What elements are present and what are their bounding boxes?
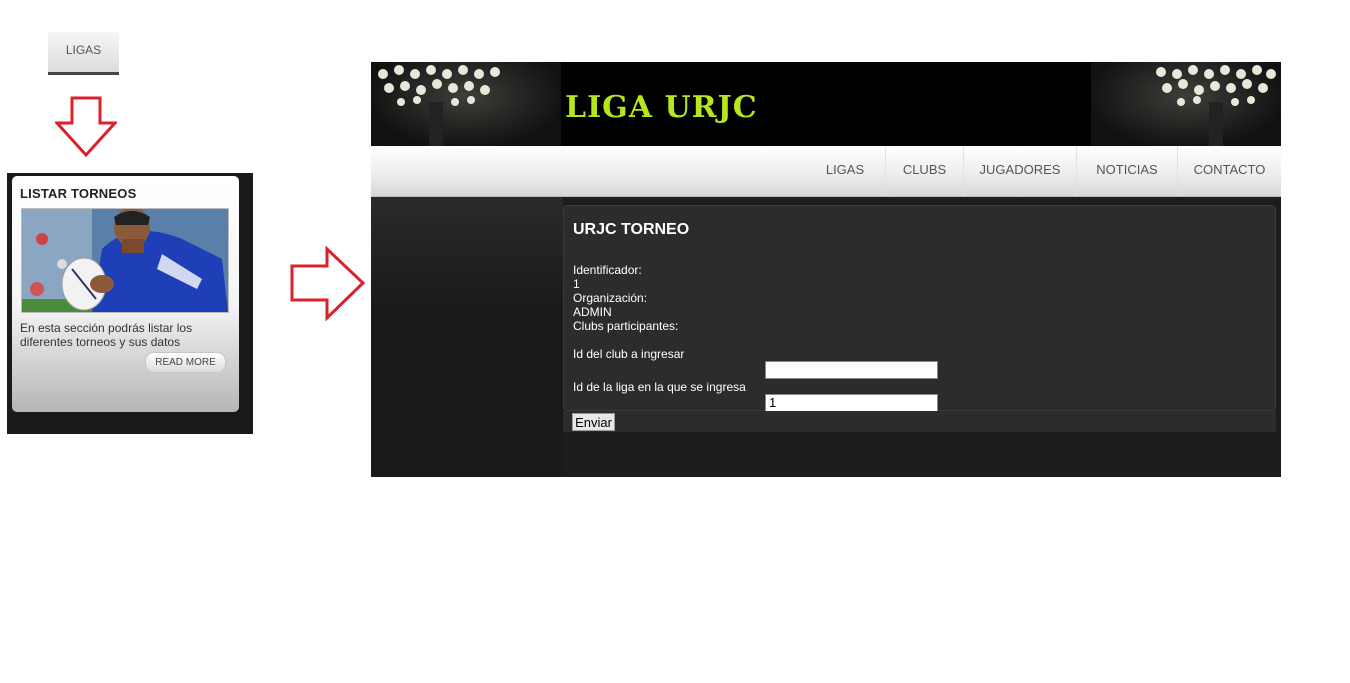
stadium-lights-right (1091, 62, 1281, 146)
main-navbar: LIGAS CLUBS JUGADORES NOTICIAS CONTACTO (371, 146, 1281, 197)
club-input-label: Id del club a ingresar (573, 347, 685, 361)
id-value: 1 (573, 277, 580, 291)
id-label: Identificador: (573, 263, 642, 277)
club-id-input[interactable] (765, 361, 938, 379)
card-description: En esta sección podrás listar los difere… (20, 321, 193, 349)
nav-item-jugadores[interactable]: JUGADORES (963, 146, 1076, 196)
nav-item-clubs[interactable]: CLUBS (885, 146, 963, 196)
tournament-details: Identificador: 1 Organización: ADMIN Clu… (573, 263, 684, 361)
stadium-lights-left (371, 62, 561, 146)
read-more-button[interactable]: READ MORE (145, 352, 226, 373)
site-logo[interactable]: LIGA URJC (565, 90, 758, 125)
ligas-tab[interactable]: LIGAS (48, 32, 119, 75)
org-value: ADMIN (573, 305, 612, 319)
nav-item-contacto[interactable]: CONTACTO (1177, 146, 1281, 196)
form-footer (563, 411, 1276, 432)
tournament-panel: URJC TORNEO Identificador: 1 Organizació… (563, 205, 1276, 412)
arrow-down-icon (55, 96, 117, 158)
sidebar (371, 197, 563, 477)
org-label: Organización: (573, 291, 648, 305)
clubs-label: Clubs participantes: (573, 319, 679, 333)
liga-input-label: Id de la liga en la que se ingresa (573, 380, 746, 394)
card-container: LISTAR TORNEOS En esta sección podrás li… (7, 173, 253, 434)
arrow-right-icon (290, 246, 366, 322)
page-title: URJC TORNEO (573, 221, 690, 238)
nav-item-noticias[interactable]: NOTICIAS (1076, 146, 1177, 196)
listar-torneos-card: LISTAR TORNEOS En esta sección podrás li… (12, 176, 239, 412)
nav-item-ligas[interactable]: LIGAS (805, 146, 885, 196)
liga-id-input[interactable]: 1 (765, 394, 938, 412)
card-title: LISTAR TORNEOS (20, 186, 137, 201)
enviar-button[interactable]: Enviar (572, 413, 615, 431)
website-frame: LIGA URJC LIGAS CLUBS JUGADORES NOTICIAS… (371, 62, 1281, 477)
header-banner: LIGA URJC (371, 62, 1281, 146)
rugby-player-image (21, 208, 229, 313)
